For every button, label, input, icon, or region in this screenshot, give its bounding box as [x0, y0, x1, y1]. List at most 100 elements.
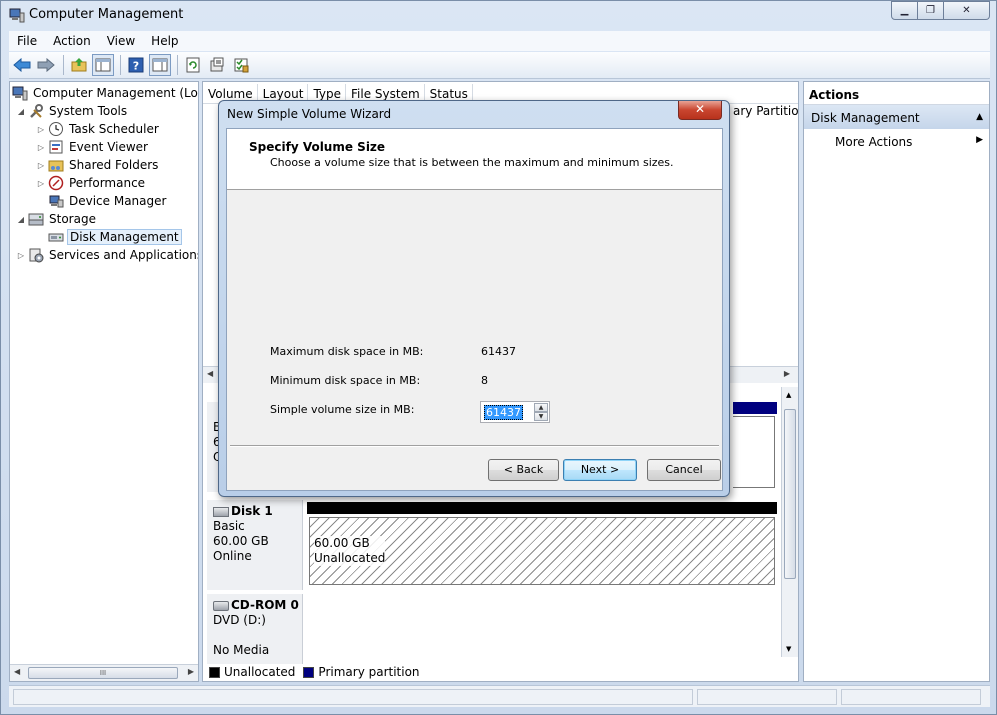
tree-item-performance[interactable]: ▷ Performance: [36, 174, 147, 192]
tree-item-device-manager[interactable]: Device Manager: [48, 192, 168, 210]
tree-item-task-scheduler[interactable]: ▷ Task Scheduler: [36, 120, 161, 138]
volume-size-input[interactable]: 61437: [484, 405, 523, 420]
tree-horizontal-scrollbar[interactable]: ◀ III ▶: [10, 664, 198, 681]
back-arrow-icon: [13, 58, 31, 72]
minimize-button[interactable]: ▁: [891, 1, 918, 20]
svg-text:?: ?: [133, 60, 139, 73]
volume-size-label: Simple volume size in MB:: [270, 403, 415, 416]
tree-item-storage[interactable]: ◢ Storage: [16, 210, 98, 228]
legend-primary: Primary partition: [318, 665, 420, 679]
spin-down-button[interactable]: ▼: [534, 412, 548, 421]
toolbar-separator: [120, 55, 121, 75]
disk-0-partition-bar: [733, 402, 777, 414]
scroll-right-icon[interactable]: ▶: [188, 667, 194, 676]
help-button[interactable]: ?: [125, 54, 147, 76]
forward-button[interactable]: [35, 54, 57, 76]
dialog-close-button[interactable]: ✕: [678, 101, 722, 120]
back-button[interactable]: < Back: [488, 459, 559, 481]
show-hide-console-tree-button[interactable]: [92, 54, 114, 76]
disk-1-unallocated-partition[interactable]: 60.00 GB Unallocated: [309, 517, 775, 585]
toolbar-separator: [177, 55, 178, 75]
disk-map-vertical-scrollbar[interactable]: ▲ ▼: [781, 387, 798, 657]
collapse-up-icon[interactable]: ▲: [976, 112, 983, 122]
spin-up-button[interactable]: ▲: [534, 403, 548, 412]
collapse-arrow-icon[interactable]: ◢: [16, 107, 26, 116]
legend-primary-swatch: [303, 666, 315, 678]
tree-item-system-tools[interactable]: ◢ System Tools: [16, 102, 129, 120]
volume-size-spinner[interactable]: 61437 ▲ ▼: [480, 401, 550, 423]
forward-arrow-icon: [37, 58, 55, 72]
disk-management-icon: [48, 233, 64, 242]
clock-icon: [49, 122, 63, 136]
expand-arrow-icon[interactable]: ▷: [16, 251, 26, 260]
tree-item-shared-folders[interactable]: ▷ Shared Folders: [36, 156, 160, 174]
max-space-label: Maximum disk space in MB:: [270, 345, 424, 358]
actions-section-disk-management[interactable]: Disk Management ▲: [804, 105, 989, 129]
expand-arrow-icon[interactable]: ▷: [36, 161, 46, 170]
scrollbar-thumb[interactable]: [784, 409, 796, 579]
expand-arrow-icon[interactable]: ▷: [36, 179, 46, 188]
next-button[interactable]: Next >: [563, 459, 637, 481]
maximize-button[interactable]: ❐: [918, 1, 944, 20]
legend-unallocated: Unallocated: [224, 665, 296, 679]
min-space-value: 8: [481, 374, 488, 387]
title-bar[interactable]: Computer Management ▁ ❐ ✕: [1, 1, 996, 29]
volume-status-cell: ary Partition: [733, 104, 799, 118]
disk-1-name: Disk 1: [231, 504, 273, 518]
computer-icon: [12, 86, 28, 101]
scroll-down-icon[interactable]: ▼: [786, 645, 791, 653]
refresh-button[interactable]: [182, 54, 204, 76]
cancel-button[interactable]: Cancel: [647, 459, 721, 481]
cdrom-drive: DVD (D:): [213, 613, 266, 627]
toolbar: ?: [9, 52, 990, 79]
disk-1-row: Disk 1 Basic 60.00 GB Online 60.00 GB Un…: [207, 500, 777, 590]
actions-pane: Actions Disk Management ▲ More Actions ▶: [803, 81, 990, 682]
disk-1-info[interactable]: Disk 1 Basic 60.00 GB Online: [207, 500, 303, 590]
menu-bar: File Action View Help: [9, 31, 990, 51]
cdrom-info[interactable]: CD-ROM 0 DVD (D:) No Media: [207, 594, 303, 664]
menu-action[interactable]: Action: [45, 34, 99, 48]
more-actions-item[interactable]: More Actions ▶: [804, 129, 989, 153]
up-folder-button[interactable]: [68, 54, 90, 76]
tools-icon: [30, 104, 43, 118]
min-space-label: Minimum disk space in MB:: [270, 374, 421, 387]
dialog-title: New Simple Volume Wizard: [227, 107, 392, 121]
properties-button[interactable]: [206, 54, 228, 76]
restore-icon: ❐: [926, 5, 935, 16]
expand-arrow-icon[interactable]: ▷: [36, 143, 46, 152]
scroll-left-icon[interactable]: ◀: [14, 667, 20, 676]
close-icon: ✕: [694, 102, 706, 116]
status-cell: [13, 689, 693, 705]
scrollbar-thumb[interactable]: III: [28, 667, 178, 679]
menu-view[interactable]: View: [99, 34, 143, 48]
actions-header: Actions: [804, 82, 989, 105]
expand-arrow-icon[interactable]: ▷: [36, 125, 46, 134]
scroll-right-icon[interactable]: ▶: [784, 369, 790, 378]
minimize-icon: ▁: [900, 5, 909, 16]
disk-properties-button[interactable]: [230, 54, 252, 76]
show-hide-action-pane-button[interactable]: [149, 54, 171, 76]
scroll-left-icon[interactable]: ◀: [207, 369, 213, 378]
tree-item-disk-management[interactable]: Disk Management: [48, 228, 182, 246]
wizard-page-subtitle: Choose a volume size that is between the…: [270, 156, 674, 169]
tree-item-root[interactable]: Computer Management (Local: [12, 84, 198, 102]
back-button[interactable]: [11, 54, 33, 76]
disk-1-state: Online: [213, 549, 252, 563]
partition-status: Unallocated: [314, 551, 386, 565]
legend-unallocated-swatch: [209, 666, 220, 678]
toolbar-separator: [63, 55, 64, 75]
collapse-arrow-icon[interactable]: ◢: [16, 215, 26, 224]
close-button[interactable]: ✕: [944, 1, 990, 20]
tree-item-event-viewer[interactable]: ▷ Event Viewer: [36, 138, 150, 156]
window-title: Computer Management: [29, 7, 184, 22]
scroll-up-icon[interactable]: ▲: [786, 391, 791, 399]
storage-icon: [28, 213, 44, 226]
menu-file[interactable]: File: [9, 34, 45, 48]
status-bar: [9, 685, 990, 707]
menu-help[interactable]: Help: [143, 34, 186, 48]
disk-0-partition[interactable]: [733, 416, 775, 488]
disk-legend: Unallocated Primary partition: [207, 664, 420, 680]
help-icon: ?: [128, 57, 144, 73]
disk-1-size: 60.00 GB: [213, 534, 269, 548]
tree-item-services-and-applications[interactable]: ▷ Services and Applications: [16, 246, 198, 264]
